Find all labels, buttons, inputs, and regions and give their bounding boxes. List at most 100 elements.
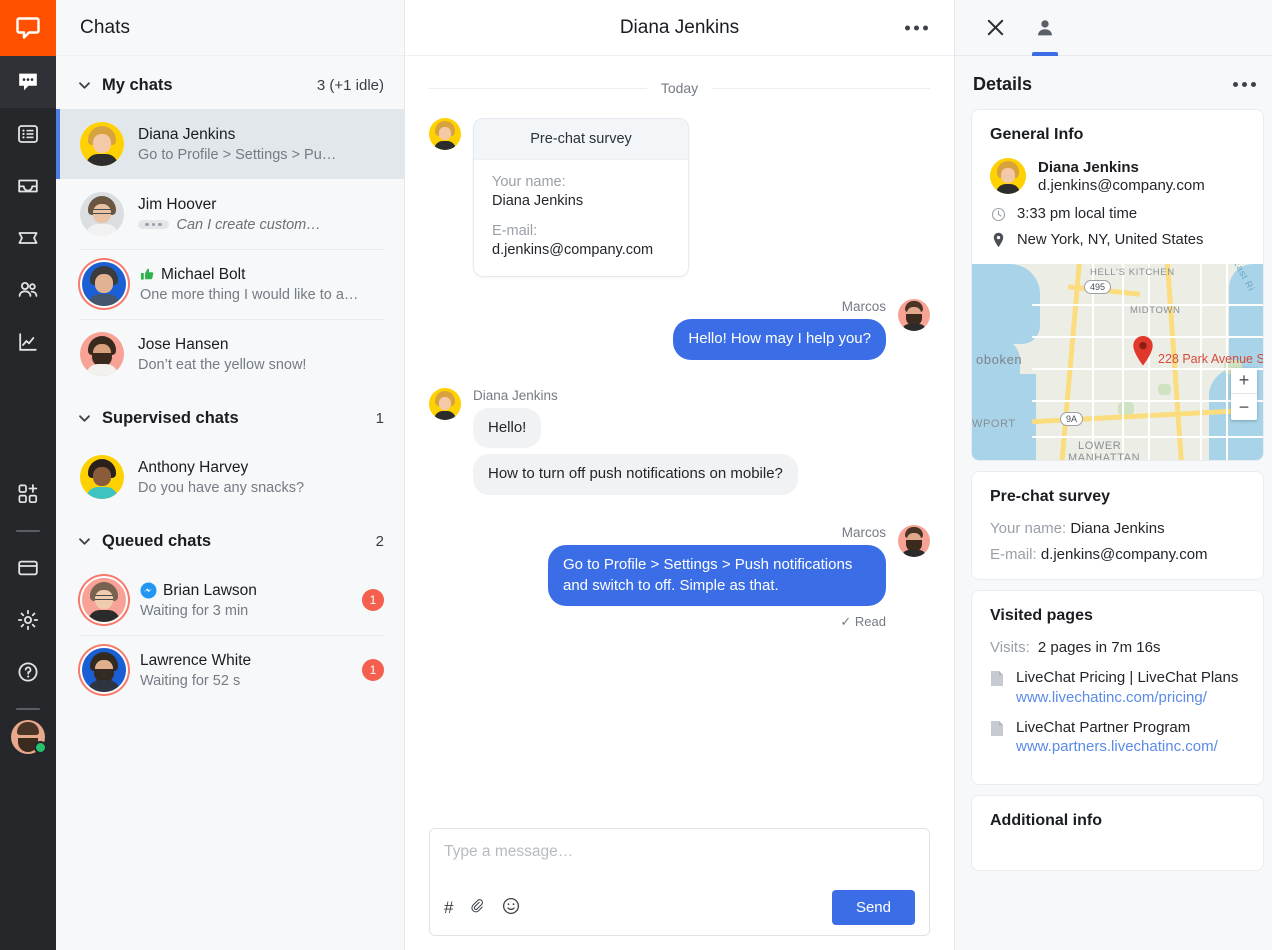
message-author: Diana Jenkins (473, 388, 558, 403)
chat-list-item[interactable]: Diana Jenkins Go to Profile > Settings > … (56, 109, 404, 179)
nav-apps[interactable] (0, 468, 56, 520)
thumbs-up-icon (140, 267, 155, 282)
map-zoom-out-button[interactable]: − (1231, 394, 1257, 420)
chat-snippet: Waiting for 3 min (140, 603, 354, 619)
map-zoom-controls[interactable]: + − (1231, 368, 1257, 420)
chat-name: Lawrence White (140, 652, 251, 670)
send-button[interactable]: Send (832, 890, 915, 925)
emoji-smiley-icon[interactable] (502, 897, 520, 918)
nav-settings[interactable] (0, 594, 56, 646)
chevron-down-icon[interactable] (76, 79, 92, 92)
nav-archives[interactable] (0, 160, 56, 212)
attachment-paperclip-icon[interactable] (469, 898, 486, 918)
details-more-options-icon[interactable] (1233, 82, 1256, 87)
section-header-queued-chats[interactable]: Queued chats2 (56, 512, 404, 565)
survey-card-header: Pre-chat survey (474, 119, 688, 160)
visited-page-item[interactable]: LiveChat Pricing | LiveChat Plans www.li… (990, 668, 1245, 708)
nav-reports[interactable] (0, 316, 56, 368)
customer-location: New York, NY, United States (1017, 232, 1203, 248)
visited-page-url[interactable]: www.livechatinc.com/pricing/ (1016, 688, 1238, 708)
chat-name: Brian Lawson (163, 582, 257, 600)
chat-name: Diana Jenkins (138, 126, 235, 144)
nav-billing[interactable] (0, 542, 56, 594)
section-title: Queued chats (102, 532, 376, 551)
details-prechat-survey-card: Pre-chat survey Your name: Diana Jenkins… (971, 471, 1264, 580)
chat-list-header: Chats (56, 0, 404, 56)
map-location-pin-icon (1132, 336, 1154, 366)
composer[interactable]: Type a message… # (429, 828, 930, 936)
help-question-icon (16, 660, 40, 684)
section-title: Supervised chats (102, 409, 376, 428)
details-tabbar (955, 0, 1272, 56)
chat-list-panel: Chats My chats3 (+1 idle) Diana Jenkins Go… (56, 0, 405, 950)
nav-divider-2 (16, 708, 40, 710)
status-badge (34, 741, 47, 754)
avatar (898, 299, 930, 331)
survey-email-label: E-mail: (492, 223, 670, 239)
settings-gear-icon (16, 608, 40, 632)
traffic-list-icon (16, 122, 40, 146)
nav-traffic[interactable] (0, 108, 56, 160)
visited-page-url[interactable]: www.partners.livechatinc.com/ (1016, 737, 1218, 757)
page-document-icon (990, 718, 1006, 758)
read-status: ✓ Read (840, 614, 886, 630)
chat-list-item[interactable]: Jim HooverCan I create custom… (56, 179, 404, 249)
customer-person-icon (1034, 17, 1056, 39)
message-bubble: Hello! How may I help you? (673, 319, 886, 360)
general-info-card: General Info Diana Jenkins d.jenkins@com… (971, 109, 1264, 461)
survey-name-value: Diana Jenkins (492, 193, 670, 209)
location-map[interactable]: HELL'S KITCHEN MIDTOWN oboken WPORT LOWE… (972, 264, 1263, 460)
chat-list-item[interactable]: Jose Hansen Don’t eat the yellow snow! (56, 319, 404, 389)
avatar (80, 122, 124, 166)
survey-email-value: d.jenkins@company.com (492, 242, 670, 258)
tab-customer-details[interactable] (1023, 0, 1067, 56)
unread-badge: 1 (362, 659, 384, 681)
canned-response-hash-icon[interactable]: # (444, 899, 453, 916)
typing-indicator-icon (138, 220, 169, 230)
chat-snippet: Don’t eat the yellow snow! (138, 357, 384, 373)
nav-team[interactable] (0, 264, 56, 316)
chevron-down-icon[interactable] (76, 412, 92, 425)
chat-snippet: Go to Profile > Settings > Pu… (138, 147, 384, 163)
billing-card-icon (16, 556, 40, 580)
feed-more-options-icon[interactable] (899, 19, 934, 36)
message-author: Marcos (842, 525, 886, 540)
close-x-icon[interactable] (973, 0, 1017, 56)
chat-snippet: Can I create custom… (138, 217, 384, 233)
visited-page-item[interactable]: LiveChat Partner Program www.partners.li… (990, 718, 1245, 758)
details-survey-heading: Pre-chat survey (990, 488, 1245, 506)
feed-header: Diana Jenkins (405, 0, 954, 56)
chat-feed-panel: Diana Jenkins Today Pre-chat survey (405, 0, 955, 950)
chat-list-item[interactable]: Anthony HarveyDo you have any snacks? (56, 442, 404, 512)
nav-help[interactable] (0, 646, 56, 698)
avatar (990, 158, 1026, 194)
details-survey-name-label: Your name: (990, 520, 1066, 537)
livechat-logo-icon[interactable] (0, 0, 56, 56)
chat-list-item[interactable]: Brian Lawson Waiting for 3 min 1 (56, 565, 404, 635)
unread-badge: 1 (362, 589, 384, 611)
section-header-my-chats[interactable]: My chats3 (+1 idle) (56, 56, 404, 109)
avatar (82, 578, 126, 622)
agent-avatar[interactable] (11, 720, 45, 754)
section-header-supervised-chats[interactable]: Supervised chats1 (56, 389, 404, 442)
chat-list-item[interactable]: Lawrence White Waiting for 52 s 1 (56, 635, 404, 705)
chat-name: Jose Hansen (138, 336, 228, 354)
section-title: My chats (102, 76, 317, 95)
nav-chats[interactable] (0, 56, 56, 108)
survey-name-label: Your name: (492, 174, 670, 190)
map-zoom-in-button[interactable]: + (1231, 368, 1257, 394)
map-label: HELL'S KITCHEN (1090, 267, 1175, 278)
avatar (82, 648, 126, 692)
chat-list-item[interactable]: Michael BoltOne more thing I would like … (56, 249, 404, 319)
avatar (80, 455, 124, 499)
chat-snippet: Waiting for 52 s (140, 673, 354, 689)
chevron-down-icon[interactable] (76, 535, 92, 548)
chat-snippet-text: Can I create custom… (177, 217, 321, 233)
section-count: 3 (+1 idle) (317, 77, 384, 94)
chat-snippet: One more thing I would like to a… (140, 287, 384, 303)
message-input[interactable]: Type a message… (444, 843, 915, 890)
day-divider: Today (429, 80, 930, 96)
details-title: Details (973, 74, 1233, 95)
details-panel: Details General Info Diana Jenkins d.jen… (955, 0, 1272, 950)
nav-tickets[interactable] (0, 212, 56, 264)
